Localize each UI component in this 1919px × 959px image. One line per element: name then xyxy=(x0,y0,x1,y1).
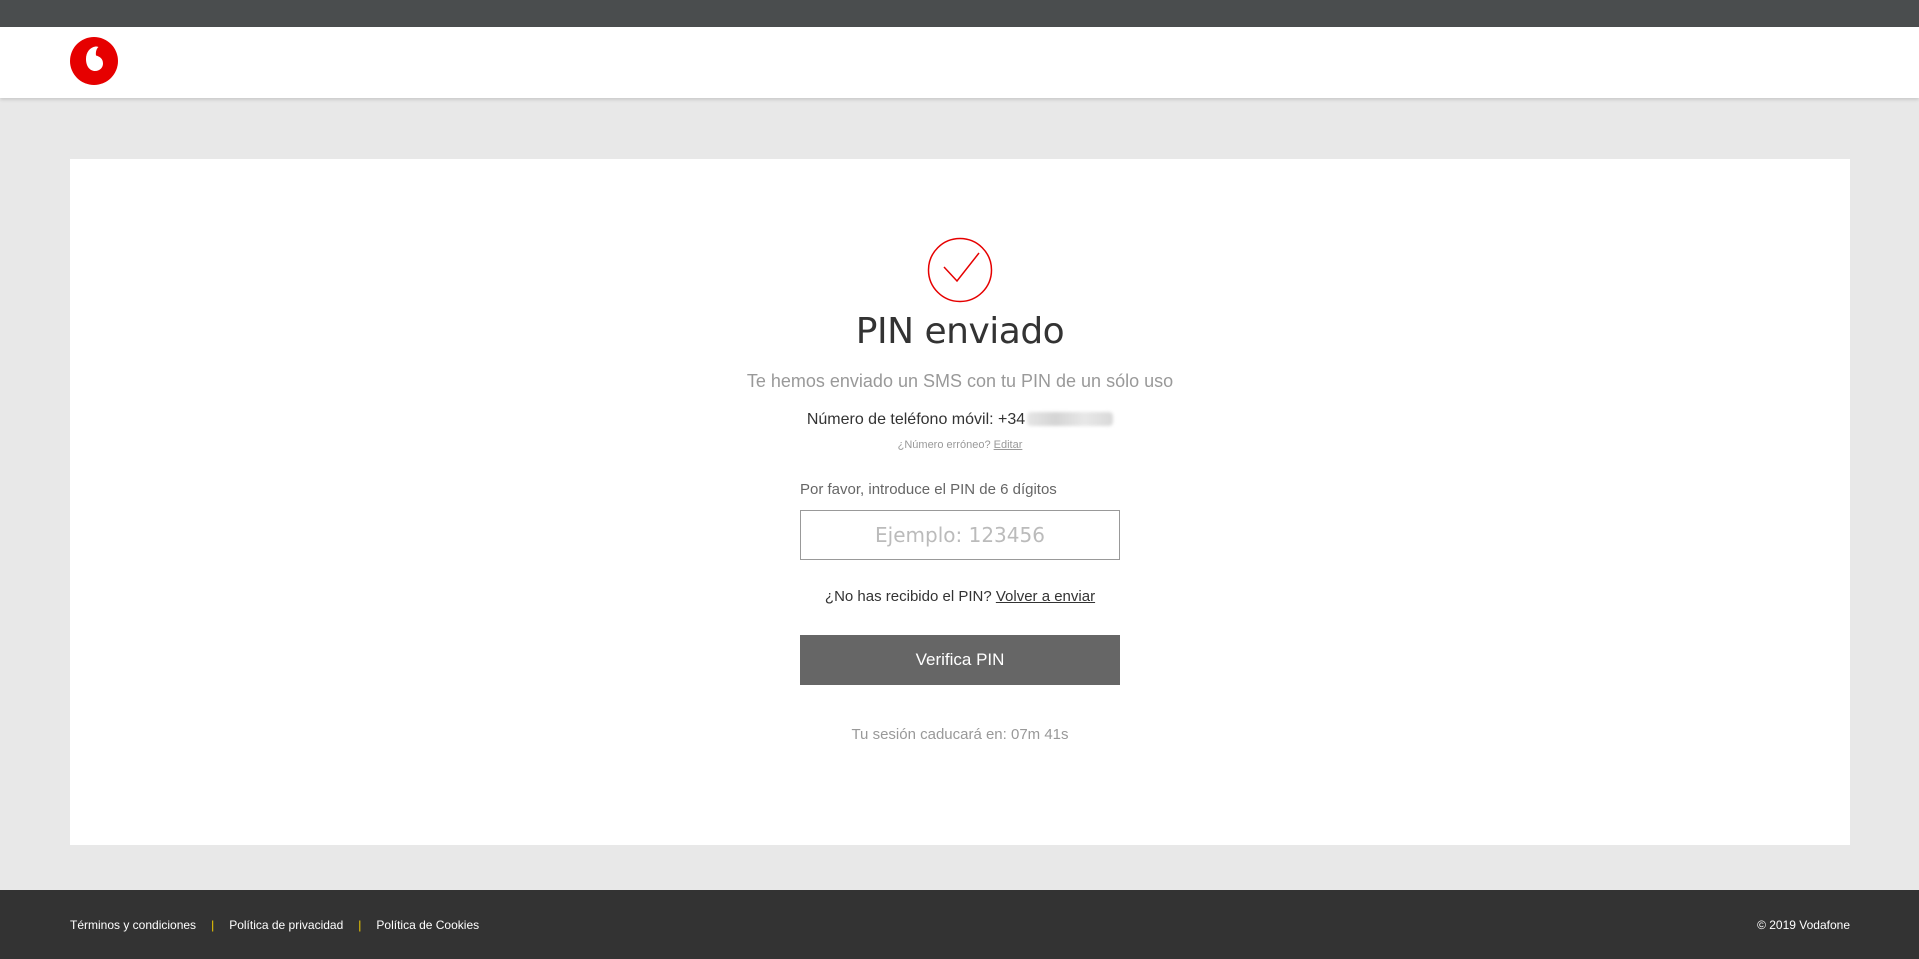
phone-prefix: +34 xyxy=(998,411,1026,428)
check-circle-icon xyxy=(927,237,993,303)
pin-input[interactable] xyxy=(800,510,1120,560)
wrong-number-text: ¿Número erróneo? xyxy=(897,439,991,451)
phone-label: Número de teléfono móvil: xyxy=(806,411,994,428)
footer-copyright: © 2019 Vodafone xyxy=(1757,917,1850,932)
subtitle: Te hemos enviado un SMS con tu PIN de un… xyxy=(746,371,1174,391)
verify-pin-button[interactable]: Verifica PIN xyxy=(800,635,1120,685)
footer-separator: | xyxy=(211,917,215,932)
footer-links: Términos y condiciones | Política de pri… xyxy=(70,890,479,959)
phone-number-redacted xyxy=(1027,412,1114,426)
pin-form: PIN enviado Te hemos enviado un SMS con … xyxy=(70,159,1850,845)
footer-link-terms[interactable]: Términos y condiciones xyxy=(70,918,196,932)
resend-line: ¿No has recibido el PIN? Volver a enviar xyxy=(70,588,1850,605)
vodafone-logo-icon[interactable] xyxy=(70,37,118,85)
page-title: PIN enviado xyxy=(855,311,1065,352)
resend-pin-link[interactable]: Volver a enviar xyxy=(996,588,1095,605)
top-bar xyxy=(0,0,1919,27)
edit-number-link[interactable]: Editar xyxy=(994,439,1023,451)
not-received-text: ¿No has recibido el PIN? xyxy=(824,588,992,605)
pin-sent-card: PIN enviado Te hemos enviado un SMS con … xyxy=(70,159,1850,845)
pin-label: Por favor, introduce el PIN de 6 dígitos xyxy=(800,481,1057,498)
site-footer: Términos y condiciones | Política de pri… xyxy=(0,890,1919,959)
session-timer: Tu sesión caducará en: 07m 41s xyxy=(851,726,1069,743)
phone-number-line: Número de teléfono móvil: +34 xyxy=(70,411,1850,429)
footer-link-privacy[interactable]: Política de privacidad xyxy=(229,918,343,932)
site-header xyxy=(0,27,1919,98)
footer-separator: | xyxy=(358,917,362,932)
footer-link-cookies[interactable]: Política de Cookies xyxy=(376,918,479,932)
wrong-number-line: ¿Número erróneo? Editar xyxy=(70,439,1850,451)
